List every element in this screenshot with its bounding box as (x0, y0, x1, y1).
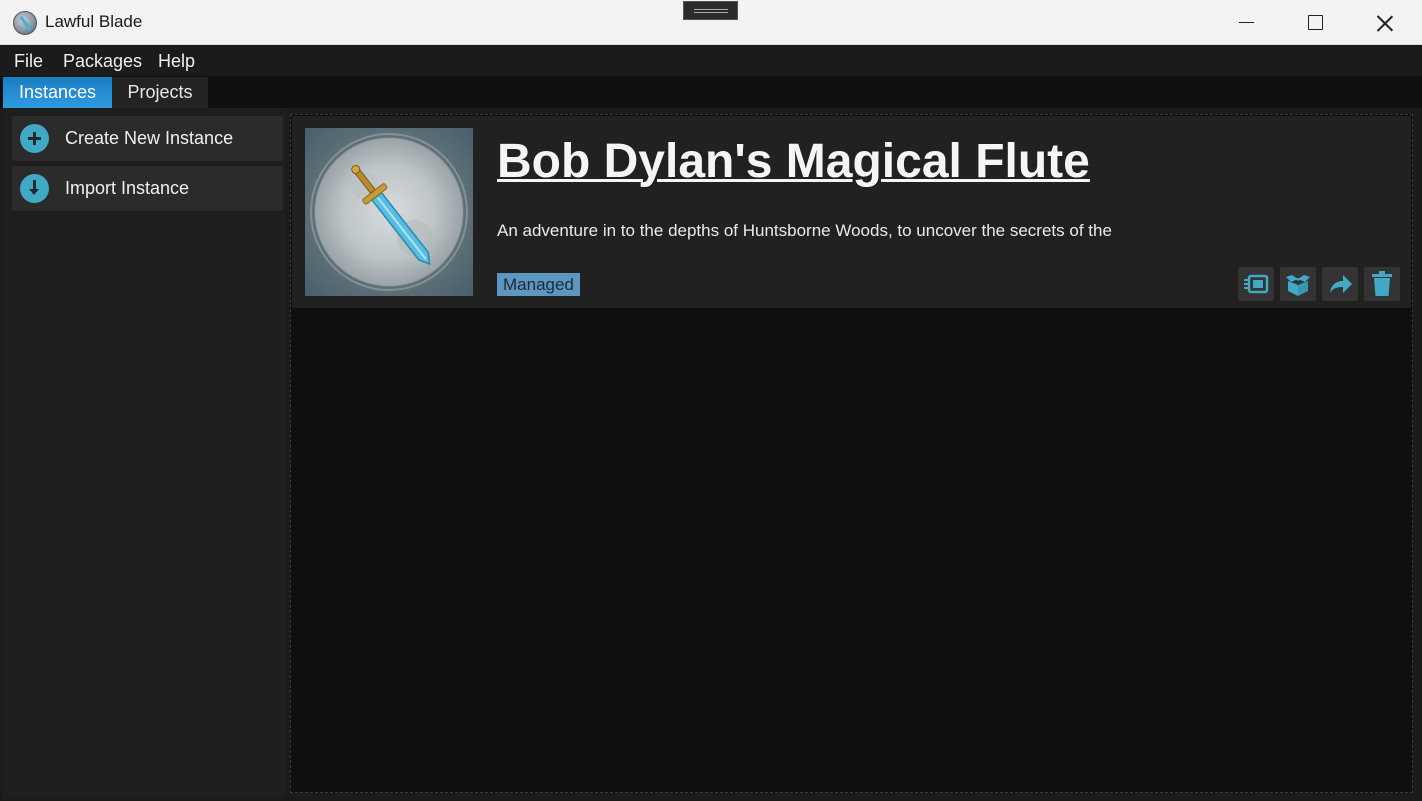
instances-panel: Bob Dylan's Magical Flute An adventure i… (290, 114, 1413, 793)
share-icon (1330, 275, 1352, 293)
tab-strip: Instances Projects (0, 76, 1422, 108)
close-button[interactable] (1350, 0, 1420, 45)
menu-packages[interactable]: Packages (63, 51, 142, 72)
delete-button[interactable] (1364, 267, 1400, 301)
tab-projects[interactable]: Projects (112, 77, 208, 108)
title-bar: Lawful Blade (0, 0, 1422, 45)
plus-circle-icon (20, 124, 49, 153)
drag-handle[interactable] (683, 1, 738, 20)
launch-icon (1244, 274, 1269, 294)
sidebar: Create New Instance Import Instance (3, 108, 286, 798)
import-instance-button[interactable]: Import Instance (12, 166, 283, 211)
maximize-button[interactable] (1280, 0, 1350, 45)
managed-badge: Managed (497, 273, 580, 296)
maximize-icon (1307, 15, 1323, 30)
minimize-icon (1238, 21, 1254, 24)
import-instance-label: Import Instance (65, 178, 190, 198)
download-circle-icon (20, 174, 49, 203)
launch-button[interactable] (1238, 267, 1274, 301)
instance-thumbnail (305, 128, 473, 296)
tab-instances[interactable]: Instances (3, 77, 112, 108)
instance-card[interactable]: Bob Dylan's Magical Flute An adventure i… (292, 116, 1411, 308)
package-icon (1286, 272, 1310, 296)
instance-description: An adventure in to the depths of Huntsbo… (497, 221, 1112, 240)
window-title: Lawful Blade (45, 12, 143, 31)
menu-help[interactable]: Help (158, 51, 195, 72)
create-new-instance-label: Create New Instance (65, 128, 234, 148)
minimize-button[interactable] (1211, 0, 1281, 45)
package-button[interactable] (1280, 267, 1316, 301)
sword-moon-icon (310, 133, 468, 291)
share-button[interactable] (1322, 267, 1358, 301)
close-icon (1376, 14, 1394, 32)
trash-icon (1372, 271, 1392, 296)
menu-bar: File Packages Help (0, 45, 1422, 76)
menu-file[interactable]: File (14, 51, 43, 72)
create-new-instance-button[interactable]: Create New Instance (12, 116, 283, 161)
instance-title-link[interactable]: Bob Dylan's Magical Flute (497, 134, 1090, 189)
app-logo-icon (13, 11, 37, 35)
